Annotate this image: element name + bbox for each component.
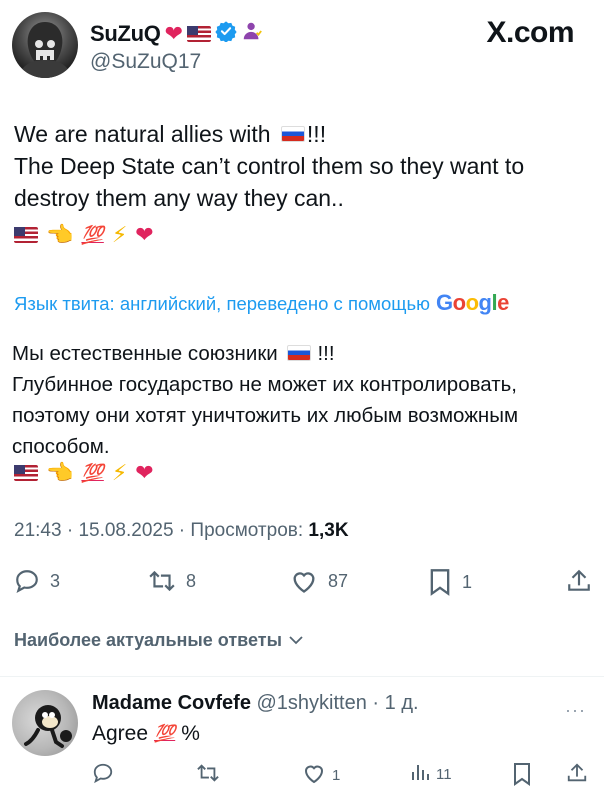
tweet-date[interactable]: 15.08.2025 (78, 520, 173, 541)
views-label: Просмотров: (190, 520, 304, 541)
russian-flag-icon (280, 125, 305, 142)
views-bar-chart-icon (410, 762, 430, 786)
like-button[interactable]: 87 (290, 568, 348, 594)
lightning-icon: ⚡ (111, 460, 128, 485)
us-flag-icon (186, 26, 211, 42)
translation-label-text[interactable]: Язык твита: английский, переведено с пом… (14, 293, 430, 315)
us-flag-icon (14, 465, 38, 481)
reply-author-avatar[interactable] (12, 690, 78, 756)
reply-repost-button[interactable] (196, 762, 220, 788)
reply-text: Agree 💯 % (92, 722, 200, 746)
translated-line-1-text: Мы естественные союзники (12, 342, 278, 365)
translated-line-2: Глубинное государство не может их контро… (12, 373, 519, 458)
reply-text-a: Agree (92, 722, 149, 745)
red-heart-icon: ❤ (135, 460, 154, 485)
backhand-pointing-icon: 👈 (46, 222, 74, 247)
person-icon (241, 20, 263, 48)
reply-bookmark-button[interactable] (512, 762, 532, 789)
reply-header: Madame Covfefe @1shykitten · 1 д. (92, 692, 419, 714)
replies-sort-dropdown[interactable]: Наиболее актуальные ответы (14, 630, 304, 651)
reply-button[interactable]: 3 (14, 568, 60, 594)
hundred-points-icon: 💯 (81, 224, 104, 245)
share-icon (566, 568, 592, 594)
bookmark-icon (428, 568, 452, 596)
red-heart-icon: ❤ (135, 222, 154, 247)
reply-reply-button[interactable] (92, 762, 114, 788)
translated-emoji-row: 👈 💯 ⚡ ❤ (14, 460, 154, 486)
display-name[interactable]: SuZuQ (90, 21, 161, 47)
lightning-icon: ⚡ (111, 222, 128, 247)
reply-author-handle[interactable]: @1shykitten (257, 692, 367, 714)
translated-line-1-exclaim: !!! (317, 342, 335, 365)
author-name-row[interactable]: SuZuQ ❤ (90, 20, 263, 48)
reply-share-button[interactable] (566, 762, 588, 788)
share-button[interactable] (566, 568, 592, 594)
repost-icon (196, 762, 220, 788)
views-count[interactable]: 1,3K (308, 520, 348, 541)
reply-bubble-icon (14, 568, 40, 594)
reply-like-button[interactable]: 1 (302, 762, 340, 788)
hundred-points-icon: 💯 (81, 462, 104, 483)
russian-flag-icon (287, 344, 312, 361)
repost-count: 8 (186, 570, 197, 591)
reply-views-button[interactable]: 11 (410, 762, 452, 786)
tweet-line-1: We are natural allies with !!! (14, 118, 594, 150)
author-handle[interactable]: @SuZuQ17 (90, 50, 201, 74)
reply-view-count: 11 (436, 765, 452, 783)
backhand-pointing-icon: 👈 (46, 460, 74, 485)
us-flag-icon (14, 227, 38, 243)
reply-author-name[interactable]: Madame Covfefe (92, 692, 251, 714)
hundred-points-icon: 💯 (154, 724, 176, 743)
reply-like-count: 1 (332, 766, 341, 784)
bookmark-icon (512, 762, 532, 789)
google-logo: Google (436, 290, 509, 315)
author-avatar[interactable] (12, 12, 78, 78)
bookmark-count: 1 (462, 571, 473, 592)
tweet-line-1-exclaim: !!! (306, 121, 327, 147)
more-options-icon[interactable]: ··· (565, 700, 586, 721)
translated-text: Мы естественные союзники !!! Глубинное г… (12, 338, 597, 462)
replies-sort-label[interactable]: Наиболее актуальные ответы (14, 630, 282, 651)
translation-label[interactable]: Язык твита: английский, переведено с пом… (14, 290, 509, 316)
reply-text-b: % (181, 722, 200, 745)
share-icon (566, 762, 588, 788)
heart-outline-icon (290, 568, 318, 594)
like-count: 87 (328, 570, 349, 591)
x-com-logo: X.com (486, 16, 574, 49)
repost-button[interactable]: 8 (148, 568, 196, 594)
tweet-emoji-row: 👈 💯 ⚡ ❤ (14, 222, 154, 248)
tweet-line-1-text: We are natural allies with (14, 121, 271, 147)
tweet-meta: 21:43 · 15.08.2025 · Просмотров: 1,3K (14, 520, 349, 541)
bookmark-button[interactable]: 1 (428, 568, 472, 596)
repost-icon (148, 568, 176, 594)
verified-badge-icon (215, 20, 237, 48)
reply-count: 3 (50, 570, 61, 591)
chevron-down-icon (288, 630, 304, 651)
reply-bubble-icon (92, 762, 114, 788)
translated-line-1: Мы естественные союзники !!! (12, 338, 597, 369)
divider (0, 676, 604, 677)
red-heart-icon: ❤ (164, 21, 183, 46)
punisher-avatar-art (18, 22, 72, 78)
tweet-time[interactable]: 21:43 (14, 520, 62, 541)
heart-outline-icon (302, 762, 326, 788)
tweet-line-2: The Deep State can’t control them so the… (14, 153, 525, 211)
felix-cat-avatar-art (24, 705, 72, 748)
reply-age[interactable]: 1 д. (385, 692, 419, 714)
